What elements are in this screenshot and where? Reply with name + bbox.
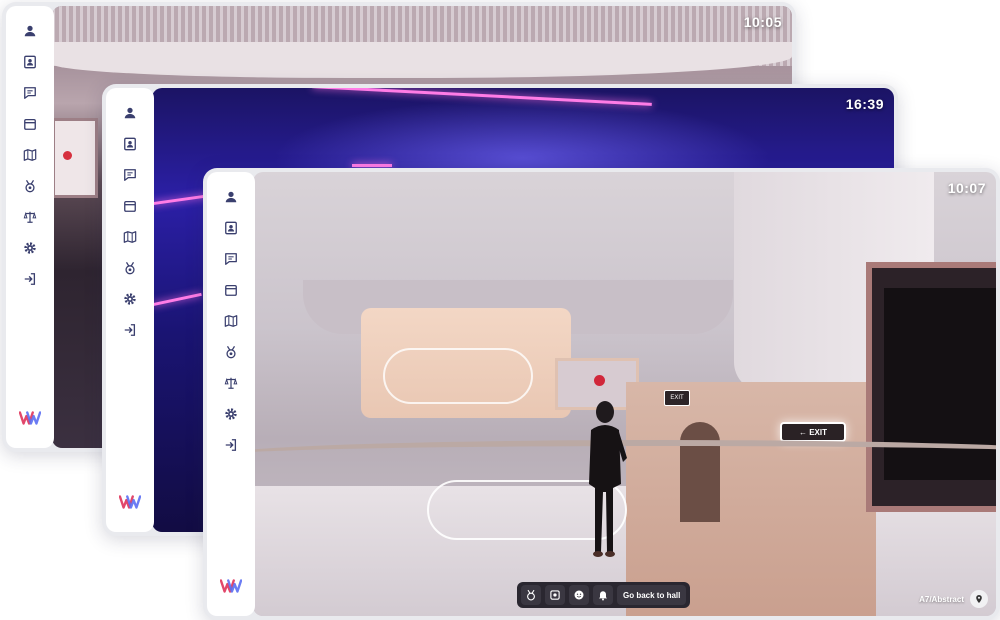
chat-icon[interactable] [220, 248, 242, 270]
chat-icon[interactable] [19, 82, 41, 104]
calendar-icon[interactable] [220, 279, 242, 301]
contact-card-icon[interactable] [19, 51, 41, 73]
medal-button[interactable] [521, 585, 541, 605]
action-toolbar: Go back to hall [517, 582, 691, 608]
exit-sign-small: EXIT [664, 390, 690, 406]
contact-card-icon[interactable] [119, 133, 141, 155]
exit-sign: ← EXIT [780, 422, 846, 442]
clock: 10:07 [947, 180, 986, 196]
location-label: A7/Abstract [919, 594, 964, 604]
brand-logo-icon[interactable] [19, 410, 41, 426]
scene-light-beam [352, 164, 392, 167]
contact-card-icon[interactable] [220, 217, 242, 239]
location-pin-icon [976, 594, 982, 604]
sidebar [6, 6, 54, 448]
scene-light-ring [383, 348, 533, 404]
location-pin-button[interactable] [970, 590, 988, 608]
logout-icon[interactable] [119, 319, 141, 341]
user-icon[interactable] [220, 186, 242, 208]
scene-ceiling-band [52, 42, 792, 78]
scene-red-dot [594, 375, 605, 386]
sidebar [207, 172, 255, 616]
logout-icon[interactable] [19, 268, 41, 290]
emoji-button[interactable] [569, 585, 589, 605]
scales-icon[interactable] [220, 372, 242, 394]
chat-icon[interactable] [119, 164, 141, 186]
user-icon[interactable] [119, 102, 141, 124]
window-front: EXIT ← EXIT Go back to hall A7/Abstract [203, 168, 1000, 620]
gear-icon[interactable] [119, 288, 141, 310]
sidebar [106, 88, 154, 532]
stage: 10:05 16:39 EXIT ← EXIT Go back to hall … [0, 0, 1000, 620]
badge-button[interactable] [545, 585, 565, 605]
avatar[interactable] [579, 392, 629, 562]
calendar-icon[interactable] [19, 113, 41, 135]
logout-icon[interactable] [220, 434, 242, 456]
clock: 10:05 [743, 14, 782, 30]
notify-button[interactable] [593, 585, 613, 605]
map-icon[interactable] [19, 144, 41, 166]
user-icon[interactable] [19, 20, 41, 42]
scales-icon[interactable] [19, 206, 41, 228]
gear-icon[interactable] [220, 403, 242, 425]
map-icon[interactable] [119, 226, 141, 248]
badge-icon [550, 590, 560, 600]
scene-display-case [866, 262, 996, 512]
gear-icon[interactable] [19, 237, 41, 259]
medal-icon[interactable] [220, 341, 242, 363]
clock: 16:39 [845, 96, 884, 112]
scene-wall [626, 382, 876, 616]
location-indicator: A7/Abstract [919, 590, 988, 608]
emoji-icon [574, 590, 584, 600]
viewport-3d-scene[interactable]: EXIT ← EXIT Go back to hall A7/Abstract [253, 172, 996, 616]
scene-red-dot [63, 151, 72, 160]
go-back-to-hall-button[interactable]: Go back to hall [617, 585, 687, 605]
scene-archway [680, 422, 720, 522]
medal-icon [527, 589, 535, 601]
brand-logo-icon[interactable] [119, 494, 141, 510]
scene-wall-panel [52, 118, 98, 198]
bell-icon [598, 591, 608, 601]
medal-icon[interactable] [119, 257, 141, 279]
calendar-icon[interactable] [119, 195, 141, 217]
brand-logo-icon[interactable] [220, 578, 242, 594]
map-icon[interactable] [220, 310, 242, 332]
scene-light-beam [152, 292, 202, 307]
medal-icon[interactable] [19, 175, 41, 197]
